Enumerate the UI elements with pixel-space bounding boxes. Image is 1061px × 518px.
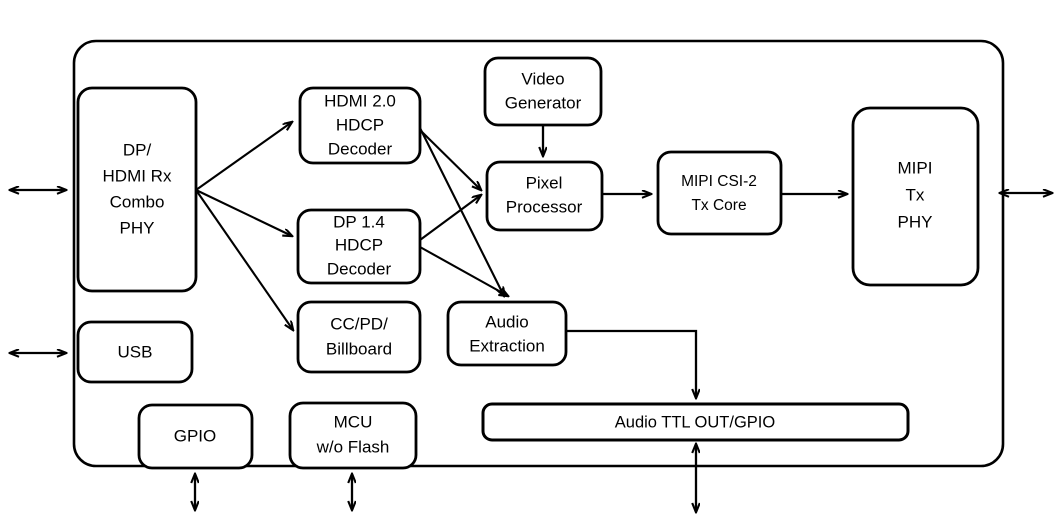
block-mcu-label-line1: MCU [334,412,373,431]
block-audio-extraction[interactable]: Audio Extraction [446,300,568,367]
connector-rxphy-to-dp-decoder [195,189,292,236]
block-pixel-processor-label-line2: Processor [506,197,583,216]
block-mipi-csi2-tx-core-label-line2: Tx Core [691,197,746,214]
block-audio-extraction-label-line2: Extraction [469,336,545,355]
block-audio-extraction-label-line1: Audio [485,312,528,331]
block-cc-pd-billboard-shape [296,300,422,374]
block-pixel-processor[interactable]: Pixel Processor [485,160,604,232]
connector-audio-extraction-to-audio-ttl [566,329,696,398]
block-rx-combo-phy-label-line2: HDMI Rx [103,166,172,185]
block-video-generator-shape [483,56,603,127]
block-dp-hdcp-decoder-label-line1: DP 1.4 [333,212,385,231]
block-hdmi-hdcp-decoder[interactable]: HDMI 2.0 HDCP Decoder [298,86,422,165]
block-rx-combo-phy[interactable]: DP/ HDMI Rx Combo PHY [76,86,198,293]
block-dp-hdcp-decoder-label-line3: Decoder [327,259,392,278]
block-diagram-canvas: DP/ HDMI Rx Combo PHY HDMI 2.0 HDCP Deco… [0,0,1061,518]
block-mcu-label-line2: w/o Flash [316,437,390,456]
block-hdmi-hdcp-decoder-label-line2: HDCP [336,115,384,134]
block-mipi-tx-phy-label-line3: PHY [898,212,933,231]
block-hdmi-hdcp-decoder-label-line3: Decoder [328,139,393,158]
block-mipi-csi2-tx-core[interactable]: MIPI CSI-2 Tx Core [656,150,783,236]
block-rx-combo-phy-shape [76,86,198,293]
block-video-generator-label-line2: Generator [505,93,582,112]
block-rx-combo-phy-label-line1: DP/ [123,140,152,159]
block-mcu[interactable]: MCU w/o Flash [288,401,418,470]
connector-rxphy-to-ccpd [195,189,293,330]
block-usb[interactable]: USB [76,320,194,384]
block-pixel-processor-shape [485,160,604,232]
block-mipi-csi2-tx-core-label-line1: MIPI CSI-2 [681,173,757,190]
block-dp-hdcp-decoder[interactable]: DP 1.4 HDCP Decoder [296,208,422,285]
block-mipi-tx-phy-label-line1: MIPI [898,158,933,177]
block-cc-pd-billboard[interactable]: CC/PD/ Billboard [296,300,422,374]
block-video-generator-label-line1: Video [521,69,564,88]
connector-rxphy-to-hdmi-decoder [195,122,292,191]
block-audio-extraction-shape [446,300,568,367]
connector-hdmi-decoder-to-pixel-processor [419,129,481,190]
block-rx-combo-phy-label-line3: Combo [110,192,165,211]
block-gpio[interactable]: GPIO [137,403,254,470]
block-video-generator[interactable]: Video Generator [483,56,603,127]
block-dp-hdcp-decoder-label-line2: HDCP [335,235,383,254]
block-mipi-csi2-tx-core-shape [656,150,783,236]
block-pixel-processor-label-line1: Pixel [526,173,563,192]
block-audio-ttl-out-gpio-label: Audio TTL OUT/GPIO [615,413,776,431]
block-hdmi-hdcp-decoder-label-line1: HDMI 2.0 [324,91,396,110]
block-rx-combo-phy-label-line4: PHY [120,218,155,237]
block-cc-pd-billboard-label-line2: Billboard [326,339,392,358]
block-gpio-label: GPIO [174,426,217,445]
block-mipi-tx-phy-label-line2: Tx [906,185,925,204]
block-cc-pd-billboard-label-line1: CC/PD/ [330,314,388,333]
block-audio-ttl-out-gpio[interactable]: Audio TTL OUT/GPIO [481,402,910,442]
connector-dp-decoder-to-audio-extraction [419,246,508,296]
block-diagram-svg: DP/ HDMI Rx Combo PHY HDMI 2.0 HDCP Deco… [0,39,1061,518]
block-usb-label: USB [118,342,153,361]
block-mipi-tx-phy[interactable]: MIPI Tx PHY [851,106,980,287]
